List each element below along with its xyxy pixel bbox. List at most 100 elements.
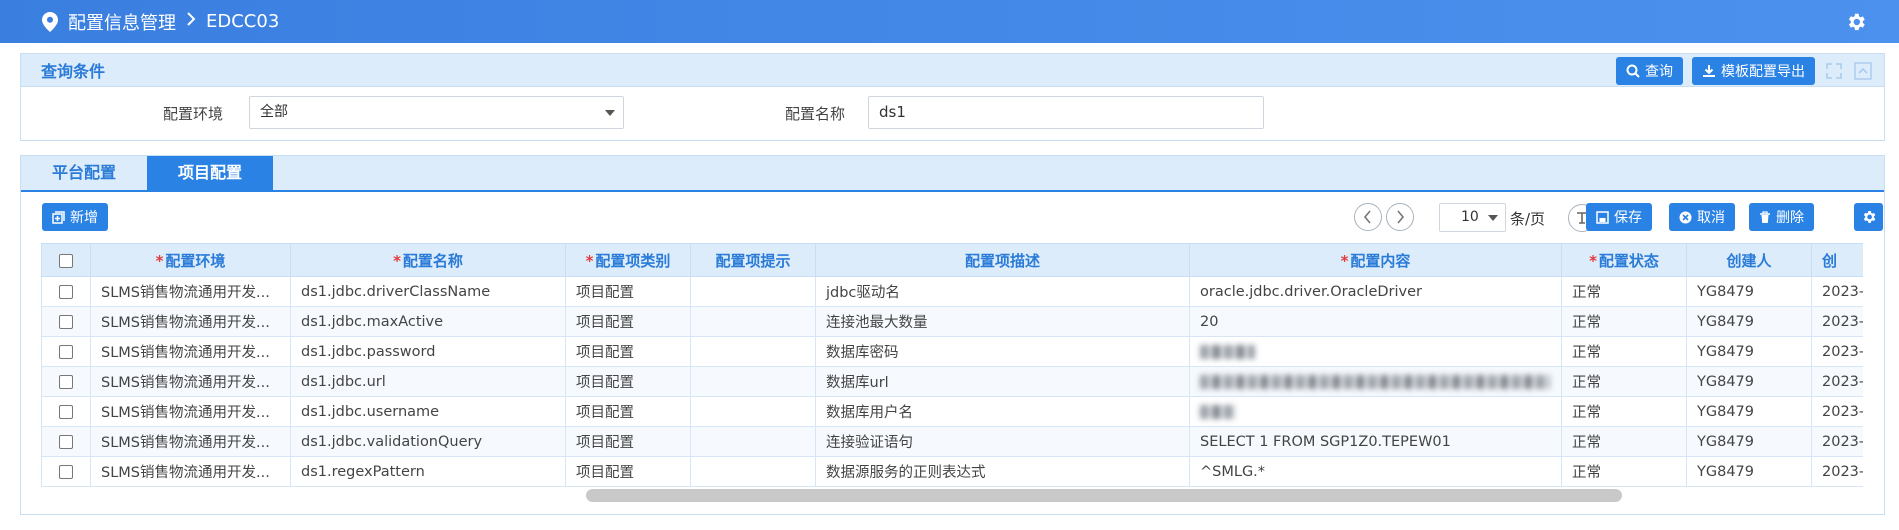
column-header-category[interactable]: * 配置项类别 <box>565 243 691 277</box>
export-template-button[interactable]: 模板配置导出 <box>1692 57 1815 85</box>
cell-env[interactable]: SLMS销售物流通用开发... <box>90 366 291 397</box>
page-size-select[interactable]: 10 <box>1439 203 1506 232</box>
row-checkbox[interactable] <box>59 344 73 359</box>
table-row[interactable]: SLMS销售物流通用开发... ds1.jdbc.url 项目配置 数据库url 正常 Y… <box>41 366 1863 397</box>
cell-desc[interactable]: jdbc驱动名 <box>815 276 1190 307</box>
table-settings-button[interactable] <box>1854 203 1883 231</box>
prev-page-button[interactable] <box>1354 203 1382 231</box>
cell-name[interactable]: ds1.jdbc.username <box>290 396 566 427</box>
table-row[interactable]: SLMS销售物流通用开发... ds1.jdbc.password 项目配置 数据库密… <box>41 336 1863 367</box>
cell-creator[interactable]: YG8479 <box>1686 276 1812 307</box>
tab-platform-config[interactable]: 平台配置 <box>21 156 147 190</box>
column-header-created[interactable]: 创 <box>1811 243 1863 277</box>
expand-icon[interactable] <box>1824 61 1844 81</box>
collapse-icon[interactable] <box>1853 61 1873 81</box>
cell-desc[interactable]: 连接验证语句 <box>815 426 1190 457</box>
next-page-button[interactable] <box>1386 203 1414 231</box>
cell-content[interactable]: SELECT 1 FROM SGP1Z0.TEPEW01 <box>1189 426 1562 457</box>
column-header-env[interactable]: * 配置环境 <box>90 243 291 277</box>
cell-hint[interactable] <box>690 426 816 457</box>
cell-name[interactable]: ds1.jdbc.password <box>290 336 566 367</box>
cell-hint[interactable] <box>690 366 816 397</box>
delete-button[interactable]: 删除 <box>1749 203 1814 231</box>
row-checkbox[interactable] <box>59 404 73 419</box>
horizontal-scrollbar[interactable] <box>586 489 1622 502</box>
cell-content[interactable] <box>1189 336 1562 367</box>
cell-status[interactable]: 正常 <box>1561 336 1687 367</box>
cell-category[interactable]: 项目配置 <box>565 336 691 367</box>
cell-created[interactable]: 2023- <box>1811 276 1863 307</box>
cell-content[interactable] <box>1189 396 1562 427</box>
cell-content[interactable]: ^SMLG.* <box>1189 456 1562 487</box>
cell-hint[interactable] <box>690 306 816 337</box>
cell-created[interactable]: 2023- <box>1811 336 1863 367</box>
cell-env[interactable]: SLMS销售物流通用开发... <box>90 426 291 457</box>
cell-creator[interactable]: YG8479 <box>1686 336 1812 367</box>
cell-created[interactable]: 2023- <box>1811 456 1863 487</box>
cell-creator[interactable]: YG8479 <box>1686 426 1812 457</box>
table-row[interactable]: SLMS销售物流通用开发... ds1.jdbc.validationQuery 项… <box>41 426 1863 457</box>
cell-category[interactable]: 项目配置 <box>565 456 691 487</box>
select-all-checkbox[interactable] <box>59 253 73 268</box>
column-header-status[interactable]: * 配置状态 <box>1561 243 1687 277</box>
tab-project-config[interactable]: 项目配置 <box>147 156 273 190</box>
cell-category[interactable]: 项目配置 <box>565 396 691 427</box>
cancel-button[interactable]: 取消 <box>1669 203 1735 231</box>
cell-name[interactable]: ds1.jdbc.validationQuery <box>290 426 566 457</box>
column-header-desc[interactable]: 配置项描述 <box>815 243 1190 277</box>
cell-hint[interactable] <box>690 396 816 427</box>
search-button[interactable]: 查询 <box>1616 57 1683 85</box>
cell-hint[interactable] <box>690 456 816 487</box>
cell-content[interactable] <box>1189 366 1562 397</box>
row-checkbox[interactable] <box>59 434 73 449</box>
cell-content[interactable]: oracle.jdbc.driver.OracleDriver <box>1189 276 1562 307</box>
cell-status[interactable]: 正常 <box>1561 306 1687 337</box>
cell-desc[interactable]: 连接池最大数量 <box>815 306 1190 337</box>
cell-category[interactable]: 项目配置 <box>565 426 691 457</box>
column-header-hint[interactable]: 配置项提示 <box>690 243 816 277</box>
name-input[interactable]: ds1 <box>868 96 1264 129</box>
cell-env[interactable]: SLMS销售物流通用开发... <box>90 336 291 367</box>
cell-name[interactable]: ds1.jdbc.maxActive <box>290 306 566 337</box>
cell-created[interactable]: 2023- <box>1811 306 1863 337</box>
env-select[interactable]: 全部 <box>249 96 624 129</box>
cell-creator[interactable]: YG8479 <box>1686 366 1812 397</box>
breadcrumb-item-config-management[interactable]: 配置信息管理 <box>68 9 176 35</box>
cell-env[interactable]: SLMS销售物流通用开发... <box>90 276 291 307</box>
cell-name[interactable]: ds1.regexPattern <box>290 456 566 487</box>
cell-env[interactable]: SLMS销售物流通用开发... <box>90 306 291 337</box>
cell-env[interactable]: SLMS销售物流通用开发... <box>90 456 291 487</box>
cell-category[interactable]: 项目配置 <box>565 276 691 307</box>
cell-creator[interactable]: YG8479 <box>1686 306 1812 337</box>
cell-created[interactable]: 2023- <box>1811 426 1863 457</box>
cell-created[interactable]: 2023- <box>1811 366 1863 397</box>
cell-creator[interactable]: YG8479 <box>1686 456 1812 487</box>
cell-hint[interactable] <box>690 336 816 367</box>
cell-status[interactable]: 正常 <box>1561 276 1687 307</box>
save-button[interactable]: 保存 <box>1586 203 1652 231</box>
cell-category[interactable]: 项目配置 <box>565 306 691 337</box>
cell-name[interactable]: ds1.jdbc.url <box>290 366 566 397</box>
cell-status[interactable]: 正常 <box>1561 426 1687 457</box>
cell-category[interactable]: 项目配置 <box>565 366 691 397</box>
cell-env[interactable]: SLMS销售物流通用开发... <box>90 396 291 427</box>
cell-name[interactable]: ds1.jdbc.driverClassName <box>290 276 566 307</box>
row-checkbox[interactable] <box>59 284 73 299</box>
column-header-content[interactable]: * 配置内容 <box>1189 243 1562 277</box>
table-row[interactable]: SLMS销售物流通用开发... ds1.jdbc.username 项目配置 数据库用… <box>41 396 1863 427</box>
column-header-creator[interactable]: 创建人 <box>1686 243 1812 277</box>
cell-status[interactable]: 正常 <box>1561 396 1687 427</box>
cell-desc[interactable]: 数据库用户名 <box>815 396 1190 427</box>
cell-status[interactable]: 正常 <box>1561 366 1687 397</box>
cell-creator[interactable]: YG8479 <box>1686 396 1812 427</box>
cell-desc[interactable]: 数据源服务的正则表达式 <box>815 456 1190 487</box>
cell-hint[interactable] <box>690 276 816 307</box>
row-checkbox[interactable] <box>59 464 73 479</box>
row-checkbox[interactable] <box>59 314 73 329</box>
cell-status[interactable]: 正常 <box>1561 456 1687 487</box>
table-row[interactable]: SLMS销售物流通用开发... ds1.jdbc.driverClassName 项… <box>41 276 1863 307</box>
cell-desc[interactable]: 数据库密码 <box>815 336 1190 367</box>
row-checkbox[interactable] <box>59 374 73 389</box>
column-header-name[interactable]: * 配置名称 <box>290 243 566 277</box>
cell-desc[interactable]: 数据库url <box>815 366 1190 397</box>
